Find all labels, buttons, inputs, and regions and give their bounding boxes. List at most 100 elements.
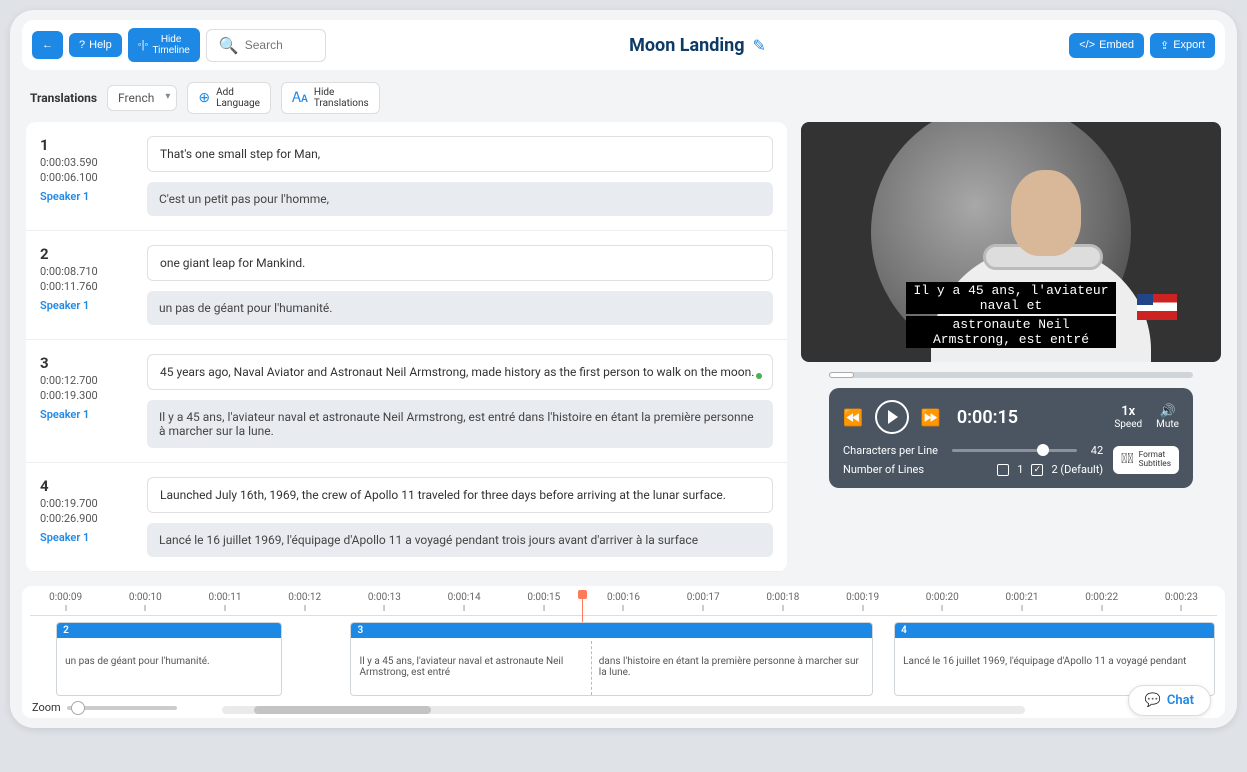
segment-end: 0:00:11.760 xyxy=(40,280,135,293)
rewind-button[interactable]: ⏪ xyxy=(843,408,863,427)
transcript-segment[interactable]: 2 0:00:08.710 0:00:11.760 Speaker 1 one gian… xyxy=(26,231,787,340)
arrow-left-icon: ← xyxy=(42,39,53,51)
ruler-tick: 0:00:17 xyxy=(687,592,720,611)
segment-end: 0:00:19.300 xyxy=(40,389,135,402)
current-time: 0:00:15 xyxy=(957,407,1018,428)
chat-icon: 💬 xyxy=(1145,693,1161,708)
segment-start: 0:00:12.700 xyxy=(40,374,135,387)
clip-number: 2 xyxy=(57,623,281,638)
segment-translation[interactable]: Il y a 45 ans, l'aviateur naval et astro… xyxy=(147,400,773,448)
question-icon: ? xyxy=(79,39,85,51)
segment-translation[interactable]: Lancé le 16 juillet 1969, l'équipage d'A… xyxy=(147,523,773,557)
format-icon: Ａ̲ xyxy=(1121,452,1133,467)
ruler-tick: 0:00:13 xyxy=(368,592,401,611)
ruler-tick: 0:00:09 xyxy=(49,592,82,611)
segment-number: 2 xyxy=(40,245,135,263)
search-box[interactable]: 🔍 xyxy=(206,29,326,62)
ruler-tick: 0:00:21 xyxy=(1006,592,1039,611)
timeline-tracks[interactable]: 2 un pas de géant pour l'humanité. 3 Il … xyxy=(30,622,1217,696)
ruler-tick: 0:00:10 xyxy=(129,592,162,611)
volume-icon: 🔊 xyxy=(1156,404,1179,419)
embed-button[interactable]: </> Embed xyxy=(1069,33,1144,58)
play-button[interactable] xyxy=(875,400,909,434)
subtitle-overlay: Il y a 45 ans, l'aviateur naval et astro… xyxy=(906,282,1116,350)
format-subtitles-button[interactable]: Ａ̲ Format Subtitles xyxy=(1113,446,1179,474)
ruler-tick: 0:00:11 xyxy=(209,592,242,611)
speed-control[interactable]: 1x Speed xyxy=(1114,404,1142,430)
forward-button[interactable]: ⏩ xyxy=(921,408,941,427)
segment-number: 1 xyxy=(40,136,135,154)
zoom-slider[interactable] xyxy=(67,706,177,710)
zoom-label: Zoom xyxy=(32,701,61,714)
language-select[interactable]: French xyxy=(107,85,177,111)
timeline-clip[interactable]: 2 un pas de géant pour l'humanité. xyxy=(56,622,282,696)
translations-bar: Translations French ⊕ Add Language 🗛 Hid… xyxy=(22,70,1225,122)
translate-icon: 🗛 xyxy=(292,90,308,106)
subtitle-line-1: Il y a 45 ans, l'aviateur naval et xyxy=(906,282,1116,314)
video-preview[interactable]: Il y a 45 ans, l'aviateur naval et astro… xyxy=(801,122,1221,362)
hide-timeline-l2: Timeline xyxy=(152,45,189,56)
ruler-tick: 0:00:20 xyxy=(926,592,959,611)
segment-speaker[interactable]: Speaker 1 xyxy=(40,190,135,203)
export-label: Export xyxy=(1173,39,1205,51)
ruler-tick: 0:00:16 xyxy=(607,592,640,611)
back-button[interactable]: ← xyxy=(32,31,63,59)
segment-speaker[interactable]: Speaker 1 xyxy=(40,299,135,312)
topbar: ← ? Help ◦|◦ Hide Timeline 🔍 Moon Landin… xyxy=(22,20,1225,70)
segment-end: 0:00:26.900 xyxy=(40,512,135,525)
segment-number: 3 xyxy=(40,354,135,372)
translations-label: Translations xyxy=(30,91,97,105)
upload-icon: ⇪ xyxy=(1160,39,1169,52)
ruler-tick: 0:00:23 xyxy=(1165,592,1198,611)
timeline-clip[interactable]: 3 Il y a 45 ans, l'aviateur naval et ast… xyxy=(350,622,872,696)
segment-text[interactable]: 45 years ago, Naval Aviator and Astronau… xyxy=(147,354,773,390)
timeline-scrollbar[interactable] xyxy=(222,706,1025,714)
help-button[interactable]: ? Help xyxy=(69,33,122,57)
transcript-panel: 10:00:03.5900:00:06.100Speaker 1That's o… xyxy=(26,122,787,572)
embed-label: Embed xyxy=(1099,39,1134,51)
ruler-tick: 0:00:14 xyxy=(448,592,481,611)
video-panel: Il y a 45 ans, l'aviateur naval et astro… xyxy=(801,122,1221,488)
add-language-button[interactable]: ⊕ Add Language xyxy=(187,82,271,114)
transcript-segment[interactable]: 3 0:00:12.700 0:00:19.300 Speaker 1 45 years… xyxy=(26,340,787,463)
segment-translation[interactable]: un pas de géant pour l'humanité. xyxy=(147,291,773,325)
chat-button[interactable]: 💬 Chat xyxy=(1128,685,1211,716)
ruler-tick: 0:00:12 xyxy=(288,592,321,611)
hide-translations-button[interactable]: 🗛 Hide Translations xyxy=(281,82,380,114)
transcript-segment[interactable]: 10:00:03.5900:00:06.100Speaker 1That's o… xyxy=(26,122,787,231)
segment-text[interactable]: Launched July 16th, 1969, the crew of Ap… xyxy=(147,477,773,513)
ruler-tick: 0:00:18 xyxy=(766,592,799,611)
timeline-ruler[interactable]: 0:00:09 0:00:10 0:00:11 0:00:12 0:00:13 0:00:… xyxy=(30,592,1217,616)
code-icon: </> xyxy=(1079,39,1095,51)
cpl-value: 42 xyxy=(1091,444,1103,457)
help-label: Help xyxy=(89,39,112,51)
language-value: French xyxy=(118,91,154,105)
astronaut-face xyxy=(1011,170,1081,256)
ruler-tick: 0:00:19 xyxy=(846,592,879,611)
cpl-slider[interactable] xyxy=(952,449,1077,452)
clip-text: dans l'histoire en étant la première per… xyxy=(591,638,872,684)
mute-button[interactable]: 🔊 Mute xyxy=(1156,404,1179,430)
search-input[interactable] xyxy=(245,38,305,52)
segment-text[interactable]: one giant leap for Mankind. xyxy=(147,245,773,281)
clip-number: 3 xyxy=(351,623,871,638)
lines-1-checkbox[interactable] xyxy=(997,464,1009,476)
segment-translation[interactable]: C'est un petit pas pour l'homme, xyxy=(147,182,773,216)
transcript-segment[interactable]: 40:00:19.7000:00:26.900Speaker 1Launched… xyxy=(26,463,787,572)
hide-timeline-button[interactable]: ◦|◦ Hide Timeline xyxy=(128,28,200,62)
subtitle-line-2: astronaute Neil Armstrong, est entré xyxy=(906,316,1116,348)
segment-text[interactable]: That's one small step for Man, xyxy=(147,136,773,172)
search-icon: 🔍 xyxy=(219,36,239,55)
edit-title-icon[interactable]: ✎ xyxy=(753,36,766,55)
lines-2-checkbox[interactable] xyxy=(1031,464,1043,476)
flag-patch-icon xyxy=(1137,294,1177,320)
segment-start: 0:00:08.710 xyxy=(40,265,135,278)
video-progress[interactable] xyxy=(829,372,1193,378)
clip-text: Il y a 45 ans, l'aviateur naval et astro… xyxy=(351,638,590,684)
player-controls: ⏪ ⏩ 0:00:15 1x Speed 🔊 Mute xyxy=(829,388,1193,488)
export-button[interactable]: ⇪ Export xyxy=(1150,33,1215,58)
segment-speaker[interactable]: Speaker 1 xyxy=(40,408,135,421)
active-dot-icon xyxy=(756,373,762,379)
segment-speaker[interactable]: Speaker 1 xyxy=(40,531,135,544)
timeline: 0:00:09 0:00:10 0:00:11 0:00:12 0:00:13 0:00:… xyxy=(22,586,1225,718)
